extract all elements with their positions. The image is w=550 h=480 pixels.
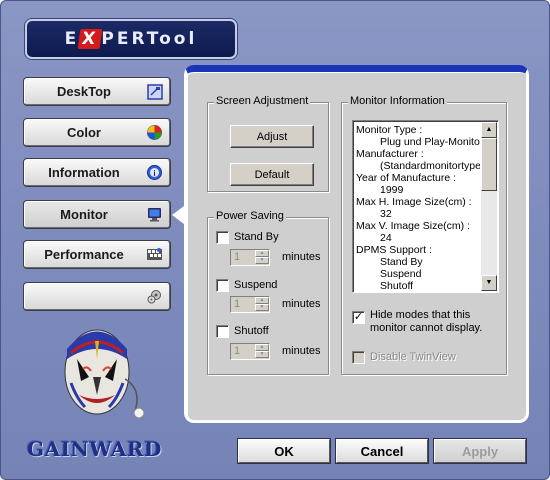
nav-performance-label: Performance <box>44 247 124 262</box>
monitor-info-line: 32 <box>380 208 392 220</box>
monitor-info-line: Suspend <box>380 268 422 280</box>
spinner-down-icon[interactable]: ▼ <box>255 351 269 358</box>
opera-mask-mascot <box>57 319 157 428</box>
nav-performance-button[interactable]: Performance <box>23 240 171 269</box>
suspend-minutes-spinner[interactable]: 1 ▲ ▼ <box>230 296 270 313</box>
nav-desktop-button[interactable]: DeskTop <box>23 77 171 106</box>
monitor-info-line: Plug und Play-Monitor <box>380 136 480 148</box>
suspend-unit: minutes <box>282 298 321 310</box>
monitor-information-title: Monitor Information <box>348 95 447 107</box>
standby-minutes-spinner[interactable]: 1 ▲ ▼ <box>230 249 270 266</box>
spinner-up-icon[interactable]: ▲ <box>255 250 269 257</box>
monitor-info-line: (Standardmonitortypen) <box>380 160 480 172</box>
nav-desktop-label: DeskTop <box>57 84 111 99</box>
nav-extra-button[interactable] <box>23 282 171 311</box>
monitor-info-lines: Monitor Type : Plug und Play-Monitor Manuf… <box>356 124 480 292</box>
shutoff-minutes-value: 1 <box>234 345 241 357</box>
disable-twinview-label: Disable TwinView <box>370 351 456 363</box>
standby-label: Stand By <box>234 231 279 243</box>
spinner-down-icon[interactable]: ▼ <box>255 304 269 311</box>
shutoff-checkbox[interactable] <box>216 325 229 338</box>
monitor-info-line: 1999 <box>380 184 404 196</box>
nav-color-button[interactable]: Color <box>23 118 171 147</box>
hide-modes-checkbox[interactable]: ✓ <box>352 311 365 324</box>
standby-unit: minutes <box>282 251 321 263</box>
nav-information-button[interactable]: Information i <box>23 158 171 187</box>
logo-text-post: PERTool <box>101 29 198 49</box>
expertool-logo: EXPERTool <box>25 19 237 59</box>
monitor-info-line: Year of Manufacture : <box>356 172 457 184</box>
monitor-info-line: Max V. Image Size(cm) : <box>356 220 470 232</box>
hide-modes-label-line1: Hide modes that this <box>370 309 471 321</box>
spinner-up-icon[interactable]: ▲ <box>255 344 269 351</box>
shutoff-minutes-spinner[interactable]: 1 ▲ ▼ <box>230 343 270 360</box>
hide-modes-label-line2: monitor cannot display. <box>370 322 483 334</box>
power-saving-group: Power Saving Stand By 1 ▲ ▼ minutes Susp… <box>207 210 329 375</box>
desktop-icon <box>146 83 163 100</box>
scroll-thumb[interactable] <box>481 138 497 191</box>
screen-adjustment-group: Screen Adjustment Adjust Default <box>207 95 329 192</box>
ok-button[interactable]: OK <box>237 438 331 464</box>
nav-information-label: Information <box>48 165 120 180</box>
scroll-down-icon[interactable]: ▼ <box>481 275 497 291</box>
monitor-info-line: Max H. Image Size(cm) : <box>356 196 472 208</box>
cancel-button[interactable]: Cancel <box>335 438 429 464</box>
apply-button[interactable]: Apply <box>433 438 527 464</box>
monitor-info-line: Stand By <box>380 256 423 268</box>
adjust-button[interactable]: Adjust <box>230 125 314 148</box>
info-icon: i <box>146 164 163 181</box>
active-tab-pointer <box>172 206 184 224</box>
gainward-logo: GAINWARD <box>27 437 162 461</box>
screen-adjustment-title: Screen Adjustment <box>214 95 311 107</box>
spinner-down-icon[interactable]: ▼ <box>255 257 269 264</box>
performance-icon <box>146 246 163 263</box>
default-button[interactable]: Default <box>230 163 314 186</box>
spinner-up-icon[interactable]: ▲ <box>255 297 269 304</box>
suspend-label: Suspend <box>234 279 278 291</box>
color-palette-icon <box>146 124 163 141</box>
monitor-info-line: 24 <box>380 232 392 244</box>
monitor-info-listbox[interactable]: Monitor Type : Plug und Play-Monitor Manuf… <box>352 120 499 293</box>
gear-icon <box>146 288 163 305</box>
expertool-window: EXPERTool DeskTop Color Information i Mo… <box>0 0 550 480</box>
standby-minutes-value: 1 <box>234 251 241 263</box>
nav-color-label: Color <box>67 125 101 140</box>
suspend-checkbox[interactable] <box>216 279 229 292</box>
logo-x: X <box>77 29 103 49</box>
disable-twinview-checkbox[interactable] <box>352 351 365 364</box>
shutoff-unit: minutes <box>282 345 321 357</box>
monitor-info-line: Manufacturer : <box>356 148 424 160</box>
standby-checkbox[interactable] <box>216 231 229 244</box>
nav-monitor-button[interactable]: Monitor <box>23 200 171 229</box>
monitor-settings-panel: Screen Adjustment Adjust Default Power S… <box>184 65 529 423</box>
svg-text:i: i <box>153 169 155 178</box>
monitor-information-group: Monitor Information Monitor Type : Plug u… <box>341 95 507 375</box>
monitor-info-line: DPMS Support : <box>356 244 432 256</box>
monitor-icon <box>146 206 163 223</box>
monitor-info-line: Shutoff <box>380 280 414 292</box>
suspend-minutes-value: 1 <box>234 298 241 310</box>
scroll-up-icon[interactable]: ▲ <box>481 122 497 138</box>
shutoff-label: Shutoff <box>234 325 269 337</box>
power-saving-title: Power Saving <box>214 210 286 222</box>
listbox-scrollbar[interactable]: ▲ ▼ <box>481 122 497 291</box>
nav-monitor-label: Monitor <box>60 207 108 222</box>
monitor-info-line: Monitor Type : <box>356 124 423 136</box>
